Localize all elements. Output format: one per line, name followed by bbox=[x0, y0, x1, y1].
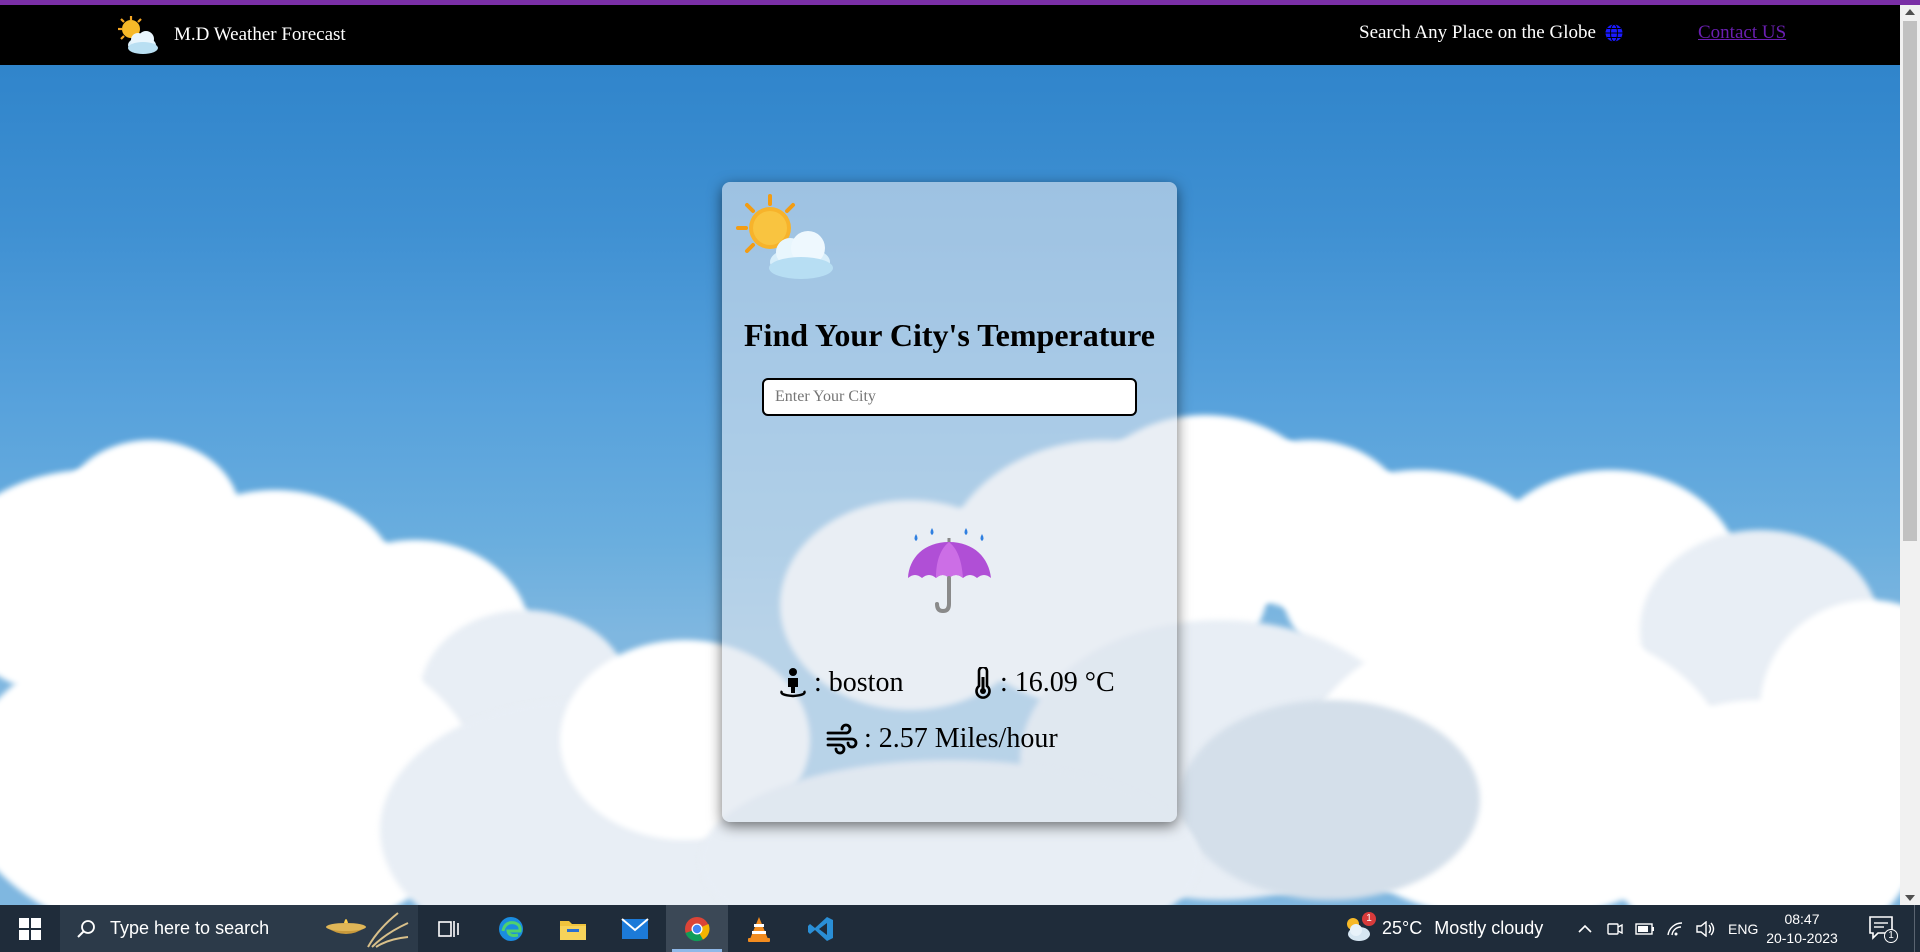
vscode-icon bbox=[808, 916, 833, 941]
edge-icon bbox=[499, 916, 523, 941]
wind-info-row: : 2.57 Miles/hour bbox=[826, 723, 1058, 755]
scrollbar-thumb[interactable] bbox=[1903, 21, 1917, 541]
language-indicator[interactable]: ENG bbox=[1728, 921, 1758, 937]
weather-temperature: 25°C bbox=[1382, 918, 1423, 938]
windows-taskbar: Type here to search 1 25°C Mostly cloudy… bbox=[0, 905, 1920, 952]
wind-value: : 2.57 Miles/hour bbox=[864, 723, 1058, 754]
chrome-icon bbox=[685, 916, 710, 941]
scroll-up-arrow-icon[interactable] bbox=[1905, 9, 1915, 15]
clock-date: 20-10-2023 bbox=[1766, 930, 1838, 946]
meet-now-icon[interactable] bbox=[1600, 921, 1630, 937]
task-view-icon bbox=[438, 920, 459, 937]
top-navbar: M.D Weather Forecast Search Any Place on… bbox=[0, 5, 1900, 65]
nav-search-label: Search Any Place on the Globe bbox=[1359, 22, 1596, 43]
folder-icon bbox=[560, 920, 586, 940]
nav-search-link[interactable]: Search Any Place on the Globe bbox=[1359, 22, 1624, 44]
taskbar-search-box[interactable]: Type here to search bbox=[60, 905, 418, 952]
city-value: : boston bbox=[814, 667, 904, 698]
card-heading: Find Your City's Temperature bbox=[744, 317, 1155, 353]
page-scrollbar[interactable] bbox=[1900, 5, 1920, 905]
cloudy-weather-icon: 1 bbox=[1342, 911, 1376, 944]
page-viewport: M.D Weather Forecast Search Any Place on… bbox=[0, 0, 1900, 905]
taskbar-mail[interactable] bbox=[604, 905, 666, 952]
diya-lamp-icon bbox=[322, 909, 412, 949]
taskbar-chrome[interactable] bbox=[666, 905, 728, 952]
notification-center-button[interactable]: 1 bbox=[1868, 913, 1898, 945]
mail-icon bbox=[621, 917, 649, 939]
city-info-row: : boston bbox=[778, 667, 903, 699]
scroll-down-arrow-icon[interactable] bbox=[1905, 895, 1915, 901]
vlc-icon bbox=[748, 916, 770, 942]
task-view-button[interactable] bbox=[418, 905, 480, 952]
search-icon bbox=[77, 919, 95, 938]
weather-card: Find Your City's Temperature Enter Your … bbox=[722, 182, 1177, 822]
taskbar-edge[interactable] bbox=[480, 905, 542, 952]
temperature-info-row: : 16.09 °C bbox=[972, 667, 1115, 699]
weather-condition: Mostly cloudy bbox=[1434, 918, 1544, 938]
system-tray: ENG bbox=[1570, 905, 1758, 952]
volume-icon[interactable] bbox=[1690, 920, 1720, 937]
show-desktop-button[interactable] bbox=[1914, 905, 1920, 952]
person-pin-icon bbox=[780, 668, 806, 698]
wind-icon bbox=[826, 723, 858, 755]
taskbar-weather-widget[interactable]: 1 25°C Mostly cloudy bbox=[1342, 905, 1543, 952]
temperature-value: : 16.09 °C bbox=[1000, 667, 1115, 698]
taskbar-vlc[interactable] bbox=[728, 905, 790, 952]
taskbar-search-placeholder: Type here to search bbox=[110, 918, 270, 938]
notification-count: 1 bbox=[1884, 929, 1898, 943]
brand-title: M.D Weather Forecast bbox=[174, 24, 346, 45]
chevron-up-icon[interactable] bbox=[1570, 924, 1600, 934]
umbrella-with-rain-icon bbox=[894, 520, 1004, 620]
brand[interactable]: M.D Weather Forecast bbox=[112, 14, 346, 56]
contact-us-link[interactable]: Contact US bbox=[1698, 22, 1786, 44]
taskbar-vscode[interactable] bbox=[790, 905, 852, 952]
battery-icon[interactable] bbox=[1630, 922, 1660, 935]
sun-behind-cloud-icon bbox=[734, 194, 838, 284]
browser-accent-bar bbox=[0, 0, 1920, 5]
taskbar-clock[interactable]: 08:47 20-10-2023 bbox=[1762, 910, 1842, 948]
weather-badge: 1 bbox=[1362, 911, 1376, 926]
taskbar-file-explorer[interactable] bbox=[542, 905, 604, 952]
city-search-input[interactable] bbox=[762, 378, 1137, 416]
clock-time: 08:47 bbox=[1784, 911, 1820, 927]
start-button[interactable] bbox=[0, 905, 60, 952]
wifi-icon[interactable] bbox=[1660, 921, 1690, 937]
globe-icon bbox=[1604, 23, 1624, 43]
windows-logo-icon bbox=[19, 917, 41, 940]
thermometer-icon bbox=[975, 667, 991, 699]
sun-behind-cloud-icon bbox=[112, 14, 162, 56]
